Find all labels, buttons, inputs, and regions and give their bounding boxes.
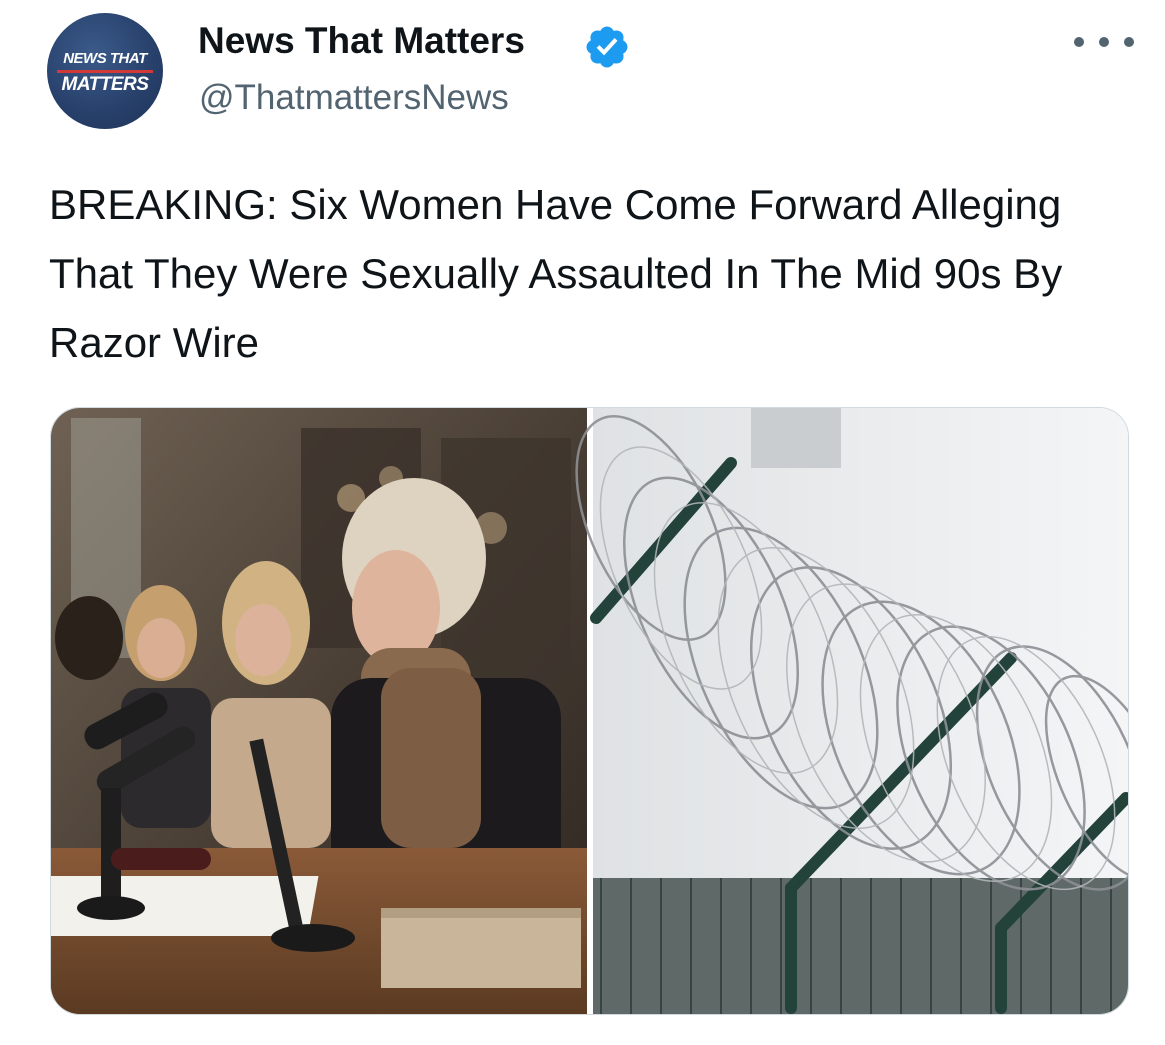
author-handle[interactable]: @ThatmattersNews	[199, 76, 509, 120]
avatar-logo-text-top: NEWS THAT	[63, 50, 147, 67]
more-options-icon	[1074, 37, 1084, 47]
tweet-media[interactable]	[50, 407, 1129, 1015]
razor-wire-photo[interactable]	[546, 408, 1129, 1015]
avatar[interactable]: NEWS THAT MATTERS	[47, 13, 163, 129]
press-conference-photo[interactable]	[51, 408, 587, 1015]
more-options-button[interactable]	[1074, 28, 1134, 56]
avatar-logo-text-bottom: MATTERS	[61, 74, 149, 95]
more-options-dot	[1099, 37, 1109, 47]
author-display-name[interactable]: News That Matters	[198, 19, 525, 63]
avatar-logo-divider	[57, 70, 153, 73]
more-options-dot	[1124, 37, 1134, 47]
tweet-text: BREAKING: Six Women Have Come Forward Al…	[49, 181, 1063, 366]
verified-badge-icon	[586, 26, 628, 68]
